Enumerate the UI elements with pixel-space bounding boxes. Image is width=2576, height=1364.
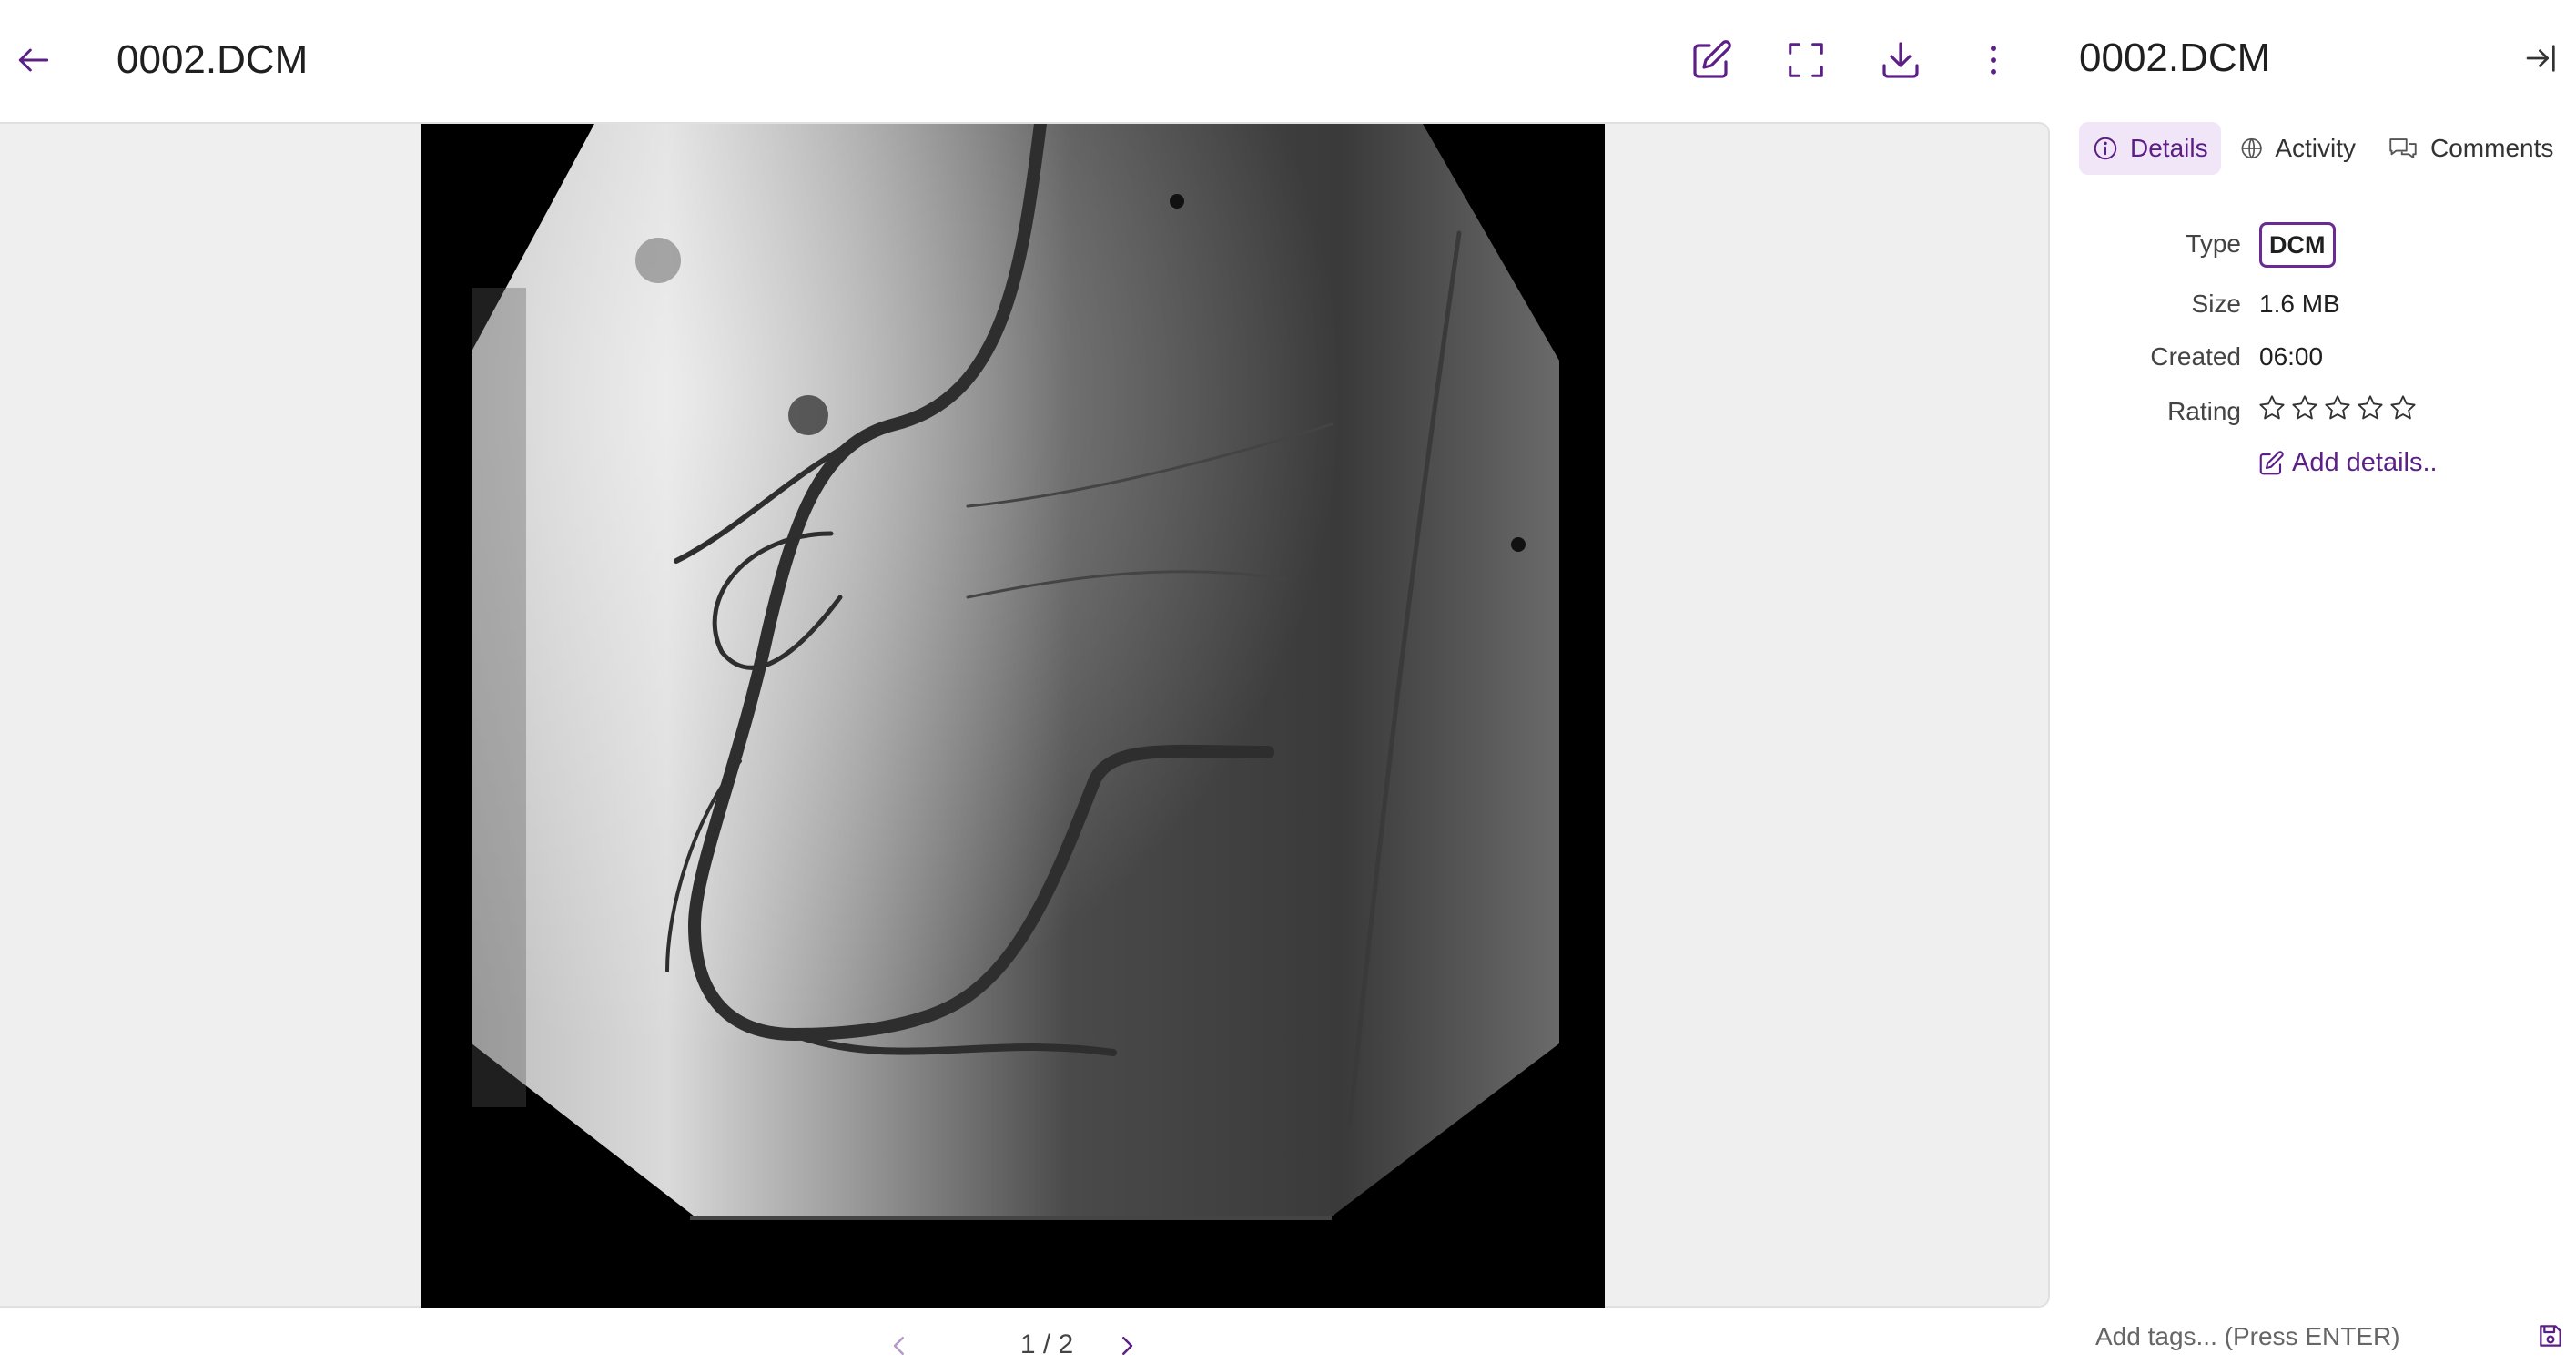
created-value: 06:00 <box>2259 342 2324 371</box>
dicom-image[interactable] <box>421 124 1605 1308</box>
collapse-panel-button[interactable] <box>2520 36 2563 80</box>
save-tags-button[interactable] <box>2534 1320 2567 1351</box>
add-details-label: Add details.. <box>2292 448 2438 477</box>
tags-input[interactable] <box>2083 1317 2545 1357</box>
rating-stars <box>2257 393 2418 422</box>
add-details-link[interactable]: Add details.. <box>2257 448 2438 478</box>
globe-icon <box>2241 137 2262 159</box>
edit-icon <box>1693 40 1731 78</box>
tab-details[interactable]: Details <box>2079 122 2221 175</box>
page-indicator: 1 / 2 <box>1019 1329 1074 1359</box>
tab-comments[interactable]: Comments <box>2374 122 2576 175</box>
more-vertical-icon <box>1991 46 1996 75</box>
star-icon[interactable] <box>2356 393 2385 422</box>
created-label: Created <box>2150 342 2241 371</box>
size-label: Size <box>2191 290 2241 318</box>
more-options-button[interactable] <box>1964 31 2023 89</box>
tab-details-label: Details <box>2130 134 2208 162</box>
panel-title: 0002.DCM <box>2079 36 2271 80</box>
download-button[interactable] <box>1871 31 1930 89</box>
fullscreen-icon <box>1789 43 1823 77</box>
tab-activity-label: Activity <box>2275 134 2356 162</box>
tab-comments-label: Comments <box>2430 134 2554 162</box>
back-button[interactable] <box>5 29 62 91</box>
download-icon <box>1882 42 1919 78</box>
info-icon <box>2094 137 2117 160</box>
next-page-button[interactable] <box>1109 1328 1145 1364</box>
edit-icon <box>2259 450 2284 474</box>
tab-activity[interactable]: Activity <box>2226 122 2368 175</box>
size-value: 1.6 MB <box>2259 290 2340 318</box>
arrow-left-icon <box>18 48 49 72</box>
star-icon[interactable] <box>2257 393 2287 422</box>
save-icon <box>2540 1325 2561 1347</box>
comments-icon <box>2389 138 2417 158</box>
fullscreen-button[interactable] <box>1777 31 1835 89</box>
star-icon[interactable] <box>2388 393 2418 422</box>
star-icon[interactable] <box>2323 393 2352 422</box>
chevron-left-icon <box>893 1337 904 1355</box>
chevron-right-icon <box>1122 1337 1133 1355</box>
type-label: Type <box>2186 229 2241 258</box>
star-icon[interactable] <box>2290 393 2319 422</box>
collapse-panel-icon <box>2526 45 2555 72</box>
edit-button[interactable] <box>1682 31 1740 89</box>
previous-page-button[interactable] <box>881 1328 918 1364</box>
viewer-title: 0002.DCM <box>117 37 309 82</box>
details-panel <box>2054 0 2576 1351</box>
type-badge: DCM <box>2259 222 2336 268</box>
rating-label: Rating <box>2167 397 2241 425</box>
